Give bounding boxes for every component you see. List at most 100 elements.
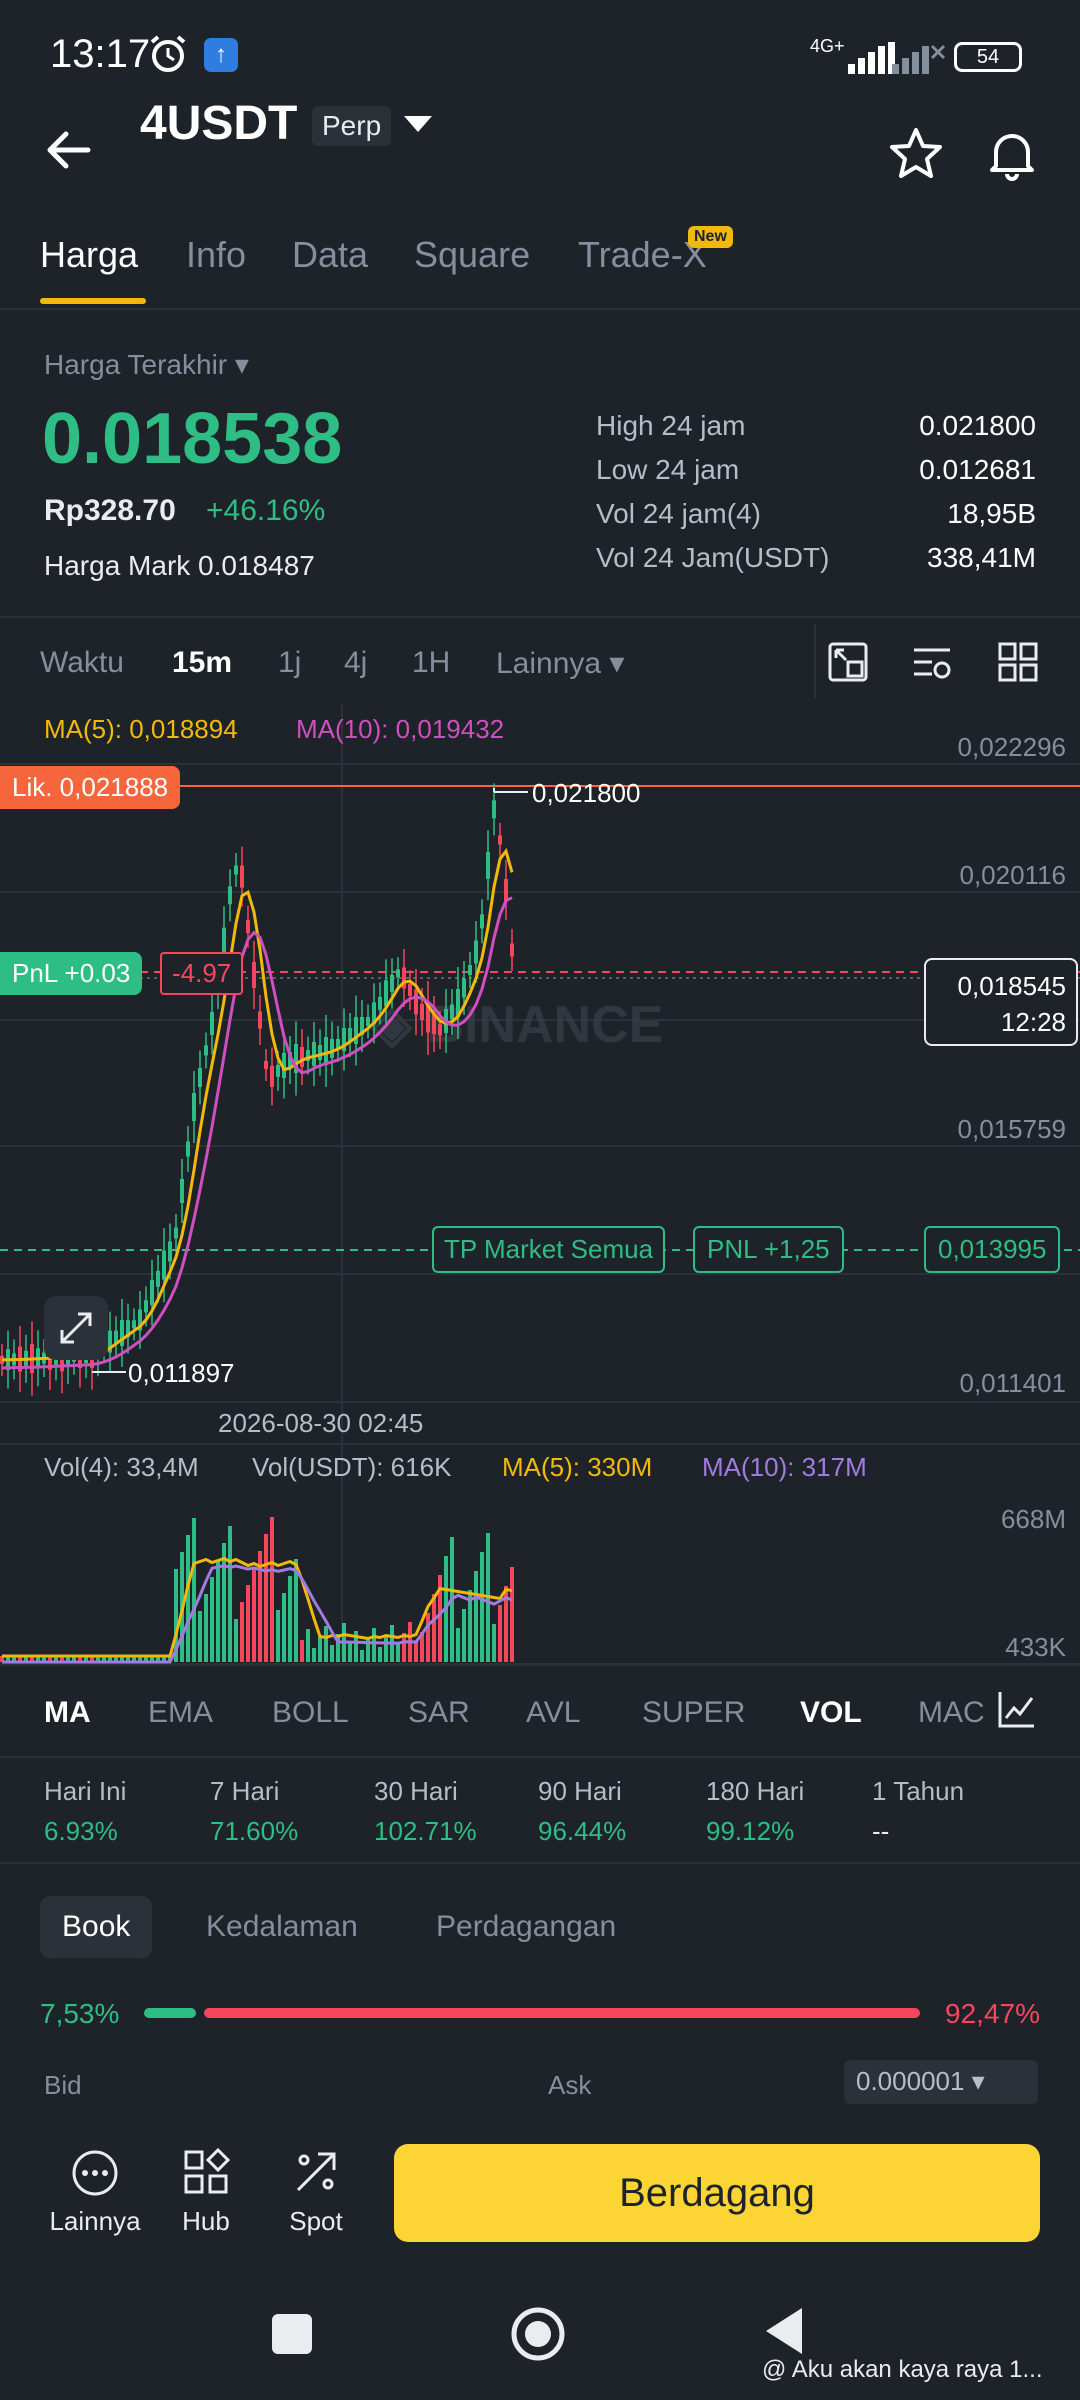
candle-body — [144, 1300, 148, 1313]
tab-harga[interactable]: Harga — [40, 234, 138, 276]
perf-label: 30 Hari — [374, 1776, 458, 1806]
candle-body — [240, 865, 244, 888]
vol-legend: Vol(4): 33,4M — [44, 1452, 199, 1482]
indicator-avl[interactable]: AVL — [526, 1696, 580, 1730]
volume-bar — [210, 1577, 214, 1662]
ma10-legend: MA(10): 0,019432 — [296, 714, 505, 744]
candle-body — [462, 978, 466, 998]
tp-market-button[interactable]: TP Market Semua — [432, 1226, 666, 1273]
indicator-boll[interactable]: BOLL — [272, 1696, 349, 1730]
indicator-ma[interactable]: MA — [44, 1696, 91, 1730]
position-pnl-badge[interactable]: PnL +0.03 — [0, 952, 143, 995]
stat-value: 338,41M — [927, 542, 1036, 573]
price-chart[interactable]: ◈ BINANCE — [0, 700, 1080, 1680]
more-icon[interactable] — [70, 2148, 120, 2198]
trade-button[interactable]: Berdagang — [394, 2144, 1040, 2242]
recent-apps-icon[interactable] — [272, 2314, 312, 2354]
ask-header: Ask — [548, 2070, 592, 2100]
tf-4j[interactable]: 4j — [344, 646, 367, 680]
candle-body — [474, 940, 478, 964]
expand-chart-button[interactable] — [44, 1296, 108, 1360]
tab-book[interactable]: Book — [40, 1896, 153, 1958]
tf-1h[interactable]: 1H — [412, 646, 450, 680]
back-nav-icon[interactable] — [762, 2306, 806, 2356]
volume-bar — [462, 1609, 466, 1662]
status-time: 13:17 — [50, 32, 151, 76]
perf-label: 90 Hari — [538, 1776, 622, 1806]
candle-body — [450, 1004, 454, 1020]
volume-bar — [396, 1644, 400, 1662]
last-price-label[interactable]: Harga Terakhir ▾ — [44, 348, 249, 381]
indicator-sar[interactable]: SAR — [408, 1696, 470, 1730]
volume-bar — [492, 1624, 496, 1662]
candle-body — [162, 1250, 166, 1280]
candle-body — [192, 1093, 196, 1121]
tab-info[interactable]: Info — [186, 234, 246, 276]
indicator-super[interactable]: SUPER — [642, 1696, 745, 1730]
liquidation-label[interactable]: Lik. 0,021888 — [0, 766, 181, 809]
volume-bar — [252, 1568, 256, 1662]
tp-pnl-badge[interactable]: PNL +1,25 — [693, 1226, 844, 1273]
perf-value: 71.60% — [210, 1816, 299, 1846]
volume-bar — [276, 1610, 280, 1662]
chart-mode-icon[interactable] — [826, 640, 870, 684]
volume-bar — [510, 1567, 514, 1662]
indicator-settings-icon[interactable] — [996, 1688, 1038, 1730]
candle-body — [384, 980, 388, 1007]
candle-body — [414, 989, 418, 1015]
stat-label: Vol 24 jam(4) — [596, 498, 761, 529]
current-price-box: 0,018545 12:28 — [924, 958, 1078, 1046]
tab-kedalaman[interactable]: Kedalaman — [206, 1910, 358, 1944]
tf-1j[interactable]: 1j — [278, 646, 301, 680]
tab-square[interactable]: Square — [414, 234, 530, 276]
tab-underline — [40, 298, 146, 304]
pair-title[interactable]: 4USDT — [140, 96, 297, 151]
candle-body — [330, 1039, 334, 1058]
bid-ratio-bar — [144, 2008, 196, 2018]
tf-waktu[interactable]: Waktu — [40, 646, 124, 680]
candle-body — [492, 800, 496, 819]
tab-perdagangan[interactable]: Perdagangan — [436, 1910, 616, 1944]
tick-size-select[interactable]: 0.000001 ▾ — [844, 2060, 1038, 2104]
tab-data[interactable]: Data — [292, 234, 368, 276]
chart-settings-icon[interactable] — [910, 640, 954, 684]
hub-icon[interactable] — [182, 2148, 230, 2196]
volume-bar — [348, 1642, 352, 1662]
volume-bar — [264, 1534, 268, 1662]
grid-layout-icon[interactable] — [996, 640, 1040, 684]
candle-body — [228, 886, 232, 905]
volume-bar — [414, 1641, 418, 1662]
expand-icon — [60, 1312, 92, 1344]
perf-label: 1 Tahun — [872, 1776, 965, 1806]
low-marker-label: 0,011897 — [128, 1358, 235, 1388]
spot-icon[interactable] — [292, 2148, 340, 2196]
indicator-macd[interactable]: MAC — [918, 1696, 990, 1730]
crosshair-date: 2026-08-30 02:45 — [218, 1408, 424, 1438]
home-icon[interactable] — [510, 2306, 566, 2362]
tf-lainnya[interactable]: Lainnya ▾ — [496, 646, 625, 681]
vol-axis-label: 668M — [1000, 1504, 1066, 1534]
hub-label[interactable]: Hub — [151, 2206, 261, 2237]
volume-bar — [432, 1594, 436, 1662]
volume-bar — [312, 1648, 316, 1662]
indicator-ema[interactable]: EMA — [148, 1696, 213, 1730]
back-arrow-icon[interactable] — [40, 120, 100, 180]
indicator-vol[interactable]: VOL — [800, 1696, 862, 1730]
candle-body — [174, 1227, 178, 1239]
volume-bar — [330, 1645, 334, 1662]
bell-icon[interactable] — [982, 124, 1042, 184]
price-axis-label: 0,015759 — [957, 1114, 1066, 1144]
high-marker-label: 0,021800 — [532, 778, 641, 808]
candle-body — [252, 962, 256, 988]
candle-body — [180, 1179, 184, 1203]
spot-label[interactable]: Spot — [261, 2206, 371, 2237]
star-icon[interactable] — [886, 124, 946, 184]
position-pnl-value[interactable]: -4.97 — [160, 952, 244, 995]
pair-dropdown-icon[interactable] — [404, 116, 432, 132]
candle-body — [132, 1320, 136, 1329]
bid-header: Bid — [44, 2070, 82, 2100]
more-label[interactable]: Lainnya — [40, 2206, 150, 2237]
volume-bar — [474, 1571, 478, 1662]
tf-15m[interactable]: 15m — [172, 646, 232, 680]
candle-body — [324, 1037, 328, 1065]
